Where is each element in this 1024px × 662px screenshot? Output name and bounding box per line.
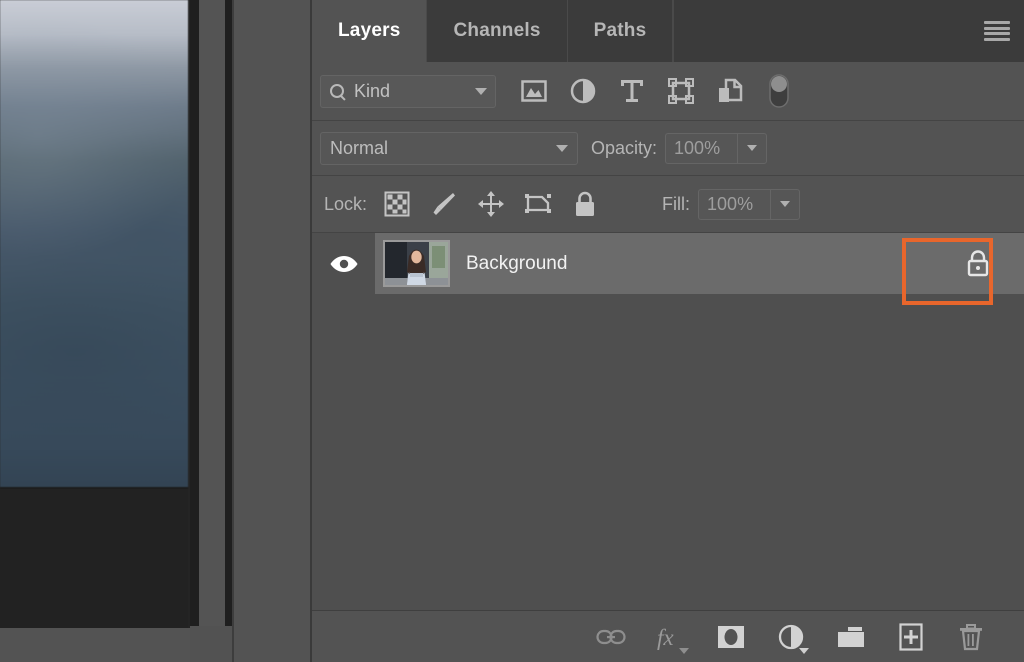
blend-mode-dropdown[interactable]: Normal [320, 132, 578, 165]
layers-list: Background [312, 233, 1024, 610]
filter-toggle-switch[interactable] [765, 77, 793, 105]
layer-style-fx-icon[interactable]: fx [656, 622, 686, 652]
svg-text:fx: fx [657, 625, 674, 650]
chevron-down-icon [747, 145, 757, 151]
filter-smart-objects-icon[interactable] [716, 77, 744, 105]
menu-line [984, 27, 1010, 30]
chevron-down-icon [679, 648, 689, 654]
eye-icon [329, 254, 359, 274]
panel-tab-bar: Layers Channels Paths [312, 0, 1024, 62]
opacity-stepper[interactable]: 100% [665, 133, 767, 164]
fill-label: Fill: [662, 194, 690, 215]
tab-bar-filler [673, 0, 1024, 62]
layer-lock-badge[interactable] [932, 233, 1024, 298]
search-icon [329, 83, 346, 100]
blend-mode-value: Normal [330, 138, 556, 159]
photoshop-layers-panel-screen: Layers Channels Paths Kind [0, 0, 1024, 662]
table-row[interactable]: Background [312, 233, 1024, 294]
tab-layers[interactable]: Layers [312, 0, 427, 62]
opacity-dropdown-button[interactable] [737, 133, 767, 164]
document-status-bar [0, 628, 190, 662]
filter-type-layers-icon[interactable] [618, 77, 646, 105]
opacity-label: Opacity: [591, 138, 657, 159]
lock-label: Lock: [324, 194, 367, 215]
filter-shape-layers-icon[interactable] [667, 77, 695, 105]
menu-line [984, 32, 1010, 35]
filter-pixel-layers-icon[interactable] [520, 77, 548, 105]
opacity-input[interactable]: 100% [665, 133, 737, 164]
chevron-down-icon [780, 201, 790, 207]
canvas-backdrop [0, 489, 188, 628]
new-layer-icon[interactable] [896, 622, 926, 652]
lock-position-icon[interactable] [477, 190, 505, 218]
lock-artboard-nesting-icon[interactable] [524, 190, 552, 218]
layer-thumbnail[interactable] [383, 240, 450, 287]
new-group-icon[interactable] [836, 622, 866, 652]
fill-dropdown-button[interactable] [770, 189, 800, 220]
fill-input[interactable]: 100% [698, 189, 770, 220]
scroll-gutter-corner [190, 626, 232, 662]
lock-all-icon [965, 249, 991, 278]
lock-image-pixels-icon[interactable] [430, 190, 458, 218]
chevron-down-icon [556, 145, 568, 152]
canvas-image-preview [0, 0, 188, 489]
blend-mode-row: Normal Opacity: 100% [312, 121, 1024, 176]
tab-channels[interactable]: Channels [427, 0, 567, 62]
fill-stepper[interactable]: 100% [698, 189, 800, 220]
vertical-scrollbar-track[interactable] [199, 0, 225, 626]
filter-kind-dropdown[interactable]: Kind [320, 75, 496, 108]
menu-line [984, 38, 1010, 41]
lock-row: Lock: [312, 176, 1024, 233]
layer-entry[interactable]: Background [375, 233, 1024, 294]
new-adjustment-layer-icon[interactable] [776, 622, 806, 652]
delete-layer-icon[interactable] [956, 622, 986, 652]
tab-channels-label: Channels [453, 20, 540, 42]
filter-type-icons [520, 77, 793, 105]
lock-all-icon[interactable] [571, 190, 599, 218]
layer-filter-row: Kind [312, 62, 1024, 121]
add-layer-mask-icon[interactable] [716, 622, 746, 652]
lock-transparent-pixels-icon[interactable] [383, 190, 411, 218]
fill-group: Fill: 100% [649, 189, 800, 220]
filter-kind-label: Kind [354, 81, 475, 102]
workspace-gutter [232, 0, 312, 662]
layer-visibility-toggle[interactable] [312, 233, 375, 294]
chevron-down-icon [799, 648, 809, 654]
tab-paths-label: Paths [594, 20, 647, 42]
tab-layers-label: Layers [338, 20, 400, 42]
filter-adjustment-layers-icon[interactable] [569, 77, 597, 105]
lock-icon-group [383, 190, 599, 218]
tab-paths[interactable]: Paths [568, 0, 674, 62]
layers-bottom-toolbar: fx [312, 610, 1024, 662]
layers-panel: Layers Channels Paths Kind [312, 0, 1024, 662]
menu-line [984, 21, 1010, 24]
layer-name-label: Background [466, 253, 567, 275]
chevron-down-icon [475, 88, 487, 95]
link-layers-icon[interactable] [596, 622, 626, 652]
hamburger-menu-icon[interactable] [984, 21, 1010, 41]
document-canvas-area [0, 0, 190, 662]
